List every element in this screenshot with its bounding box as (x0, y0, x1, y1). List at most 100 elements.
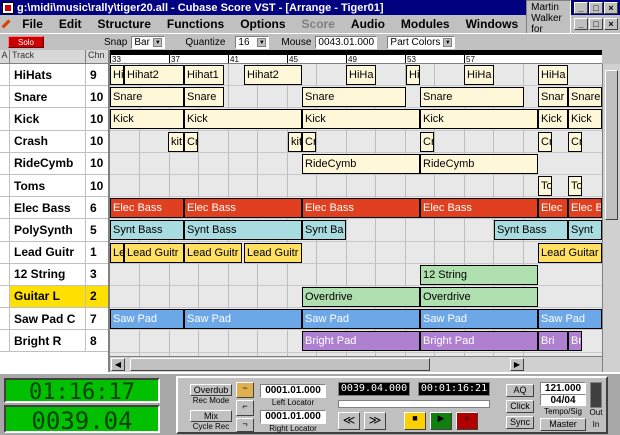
horizontal-scrollbar[interactable]: ◀ ▶ (110, 356, 602, 372)
activity-cell[interactable] (0, 152, 10, 174)
arrange-part[interactable]: Bright Pad (302, 331, 420, 352)
arrange-part[interactable]: Snare (568, 87, 602, 108)
track-name[interactable]: Kick (10, 108, 86, 130)
overdub-button[interactable]: Overdub (190, 384, 232, 396)
master-button[interactable]: Master (540, 418, 586, 431)
arrange-part[interactable]: Elec (538, 198, 568, 219)
track-channel[interactable]: 3 (86, 267, 108, 281)
arrange-part[interactable]: Kick (302, 109, 420, 130)
song-position-value[interactable]: 0039.04.000 (338, 382, 410, 396)
track-name[interactable]: RideCymb (10, 152, 86, 174)
track-row[interactable]: Toms 10 (0, 174, 108, 198)
arrange-part[interactable]: Lead Guitr (244, 242, 302, 263)
track-channel[interactable]: 9 (86, 68, 108, 82)
arrange-part[interactable]: Lead Guitr (184, 242, 242, 263)
track-channel[interactable]: 1 (86, 245, 108, 259)
arrange-part[interactable]: Saw Pad (538, 309, 602, 330)
arrange-part[interactable]: Kick (184, 109, 302, 130)
activity-cell[interactable] (0, 219, 10, 241)
track-channel[interactable]: 10 (86, 156, 108, 170)
menu-modules[interactable]: Modules (393, 17, 458, 31)
arrange-part[interactable]: Elec Bass (302, 198, 420, 219)
track-name[interactable]: Toms (10, 174, 86, 197)
activity-cell[interactable] (0, 130, 10, 152)
menu-options[interactable]: Options (232, 17, 293, 31)
arrange-part[interactable]: Elec Bass (110, 198, 184, 219)
doc-restore-button[interactable]: □ (589, 18, 603, 30)
menu-windows[interactable]: Windows (458, 17, 527, 31)
arrange-part[interactable]: Snare (110, 87, 184, 108)
track-name[interactable]: HiHats (10, 64, 86, 86)
arrange-part[interactable]: Snare (420, 87, 524, 108)
track-row[interactable]: PolySynth 5 (0, 219, 108, 242)
arrange-part[interactable]: Saw Pad (110, 309, 184, 330)
track-channel[interactable]: 10 (86, 90, 108, 104)
track-channel[interactable]: 7 (86, 312, 108, 326)
track-channel[interactable]: 5 (86, 223, 108, 237)
snap-select[interactable]: Bar ▼ (131, 35, 166, 49)
arrange-part[interactable]: Synt Bass (494, 220, 568, 241)
activity-cell[interactable] (0, 86, 10, 108)
song-time-value[interactable]: 00:01:16:21 (418, 382, 490, 396)
track-channel[interactable]: 10 (86, 134, 108, 148)
quantize-select[interactable]: 16 ▼ (235, 35, 270, 49)
activity-cell[interactable] (0, 108, 10, 130)
arrange-part[interactable]: Kick (538, 109, 568, 130)
horizontal-scroll-thumb[interactable] (130, 358, 430, 371)
bar-ruler[interactable]: 33 37 41 45 49 53 57 (110, 50, 602, 64)
arrange-part[interactable]: Synt Bass (184, 220, 302, 241)
punch-in-icon[interactable]: ⌐ (236, 400, 254, 416)
doc-minimize-button[interactable]: _ (574, 18, 588, 30)
close-button[interactable]: × (604, 1, 618, 14)
document-icon[interactable] (1, 19, 11, 29)
scroll-left-icon[interactable]: ◀ (111, 358, 125, 371)
track-row[interactable]: Elec Bass 6 (0, 197, 108, 220)
arrange-part[interactable]: Hihat2 (244, 65, 302, 85)
arrange-part[interactable]: Cr (568, 131, 582, 152)
app-icon[interactable] (2, 1, 14, 14)
arrange-part[interactable]: Bri (538, 331, 568, 352)
track-row[interactable]: RideCymb 10 (0, 152, 108, 175)
track-row[interactable]: Kick 10 (0, 108, 108, 131)
activity-cell[interactable] (0, 174, 10, 197)
arrange-part[interactable]: Elec Bass (184, 198, 302, 219)
track-row[interactable]: Saw Pad C7 (0, 308, 108, 331)
menu-functions[interactable]: Functions (159, 17, 232, 31)
activity-cell[interactable] (0, 285, 10, 308)
signature-value[interactable]: 04/04 (540, 394, 586, 406)
arrange-part[interactable]: Cr (420, 131, 434, 152)
track-row[interactable]: Snare 10 (0, 86, 108, 109)
track-row[interactable]: Crash 10 (0, 130, 108, 153)
track-name[interactable]: Bright R (10, 330, 86, 352)
activity-cell[interactable] (0, 241, 10, 263)
arrange-part[interactable]: Synt Ba (302, 220, 346, 241)
scroll-right-icon[interactable]: ▶ (510, 358, 524, 371)
menu-score[interactable]: Score (294, 17, 343, 31)
menu-edit[interactable]: Edit (51, 17, 90, 31)
arrange-part[interactable]: Cr (302, 131, 316, 152)
activity-cell[interactable] (0, 330, 10, 352)
menu-structure[interactable]: Structure (90, 17, 159, 31)
activity-cell[interactable] (0, 263, 10, 285)
arrange-part[interactable]: Hihat2 (124, 65, 184, 85)
arrange-part[interactable]: HiHa (464, 65, 494, 85)
track-row[interactable]: Guitar L2 (0, 285, 108, 309)
click-button[interactable]: Click (506, 400, 534, 413)
header-channel[interactable]: Chn (86, 50, 108, 63)
arrange-part[interactable]: 12 String (420, 264, 538, 285)
arrange-part[interactable]: kit (168, 131, 184, 152)
arrange-part[interactable]: Overdrive (302, 287, 420, 307)
right-locator-value[interactable]: 0001.01.000 (260, 410, 326, 424)
arrange-part[interactable]: kit (288, 131, 302, 152)
track-name[interactable]: Guitar L (10, 285, 86, 308)
arrange-part[interactable]: Kick (568, 109, 602, 130)
track-row[interactable]: 12 String 3 (0, 263, 108, 286)
tempo-value[interactable]: 121.000 (540, 382, 586, 394)
arrange-part[interactable]: Lead Guitar (538, 242, 602, 263)
arrange-part[interactable]: Toc (568, 176, 582, 196)
track-name[interactable]: PolySynth (10, 219, 86, 241)
record-icon[interactable]: ● (456, 412, 478, 430)
arrange-part[interactable]: Snare (184, 87, 224, 108)
arrange-part[interactable]: Cr (538, 131, 552, 152)
activity-cell[interactable] (0, 64, 10, 86)
